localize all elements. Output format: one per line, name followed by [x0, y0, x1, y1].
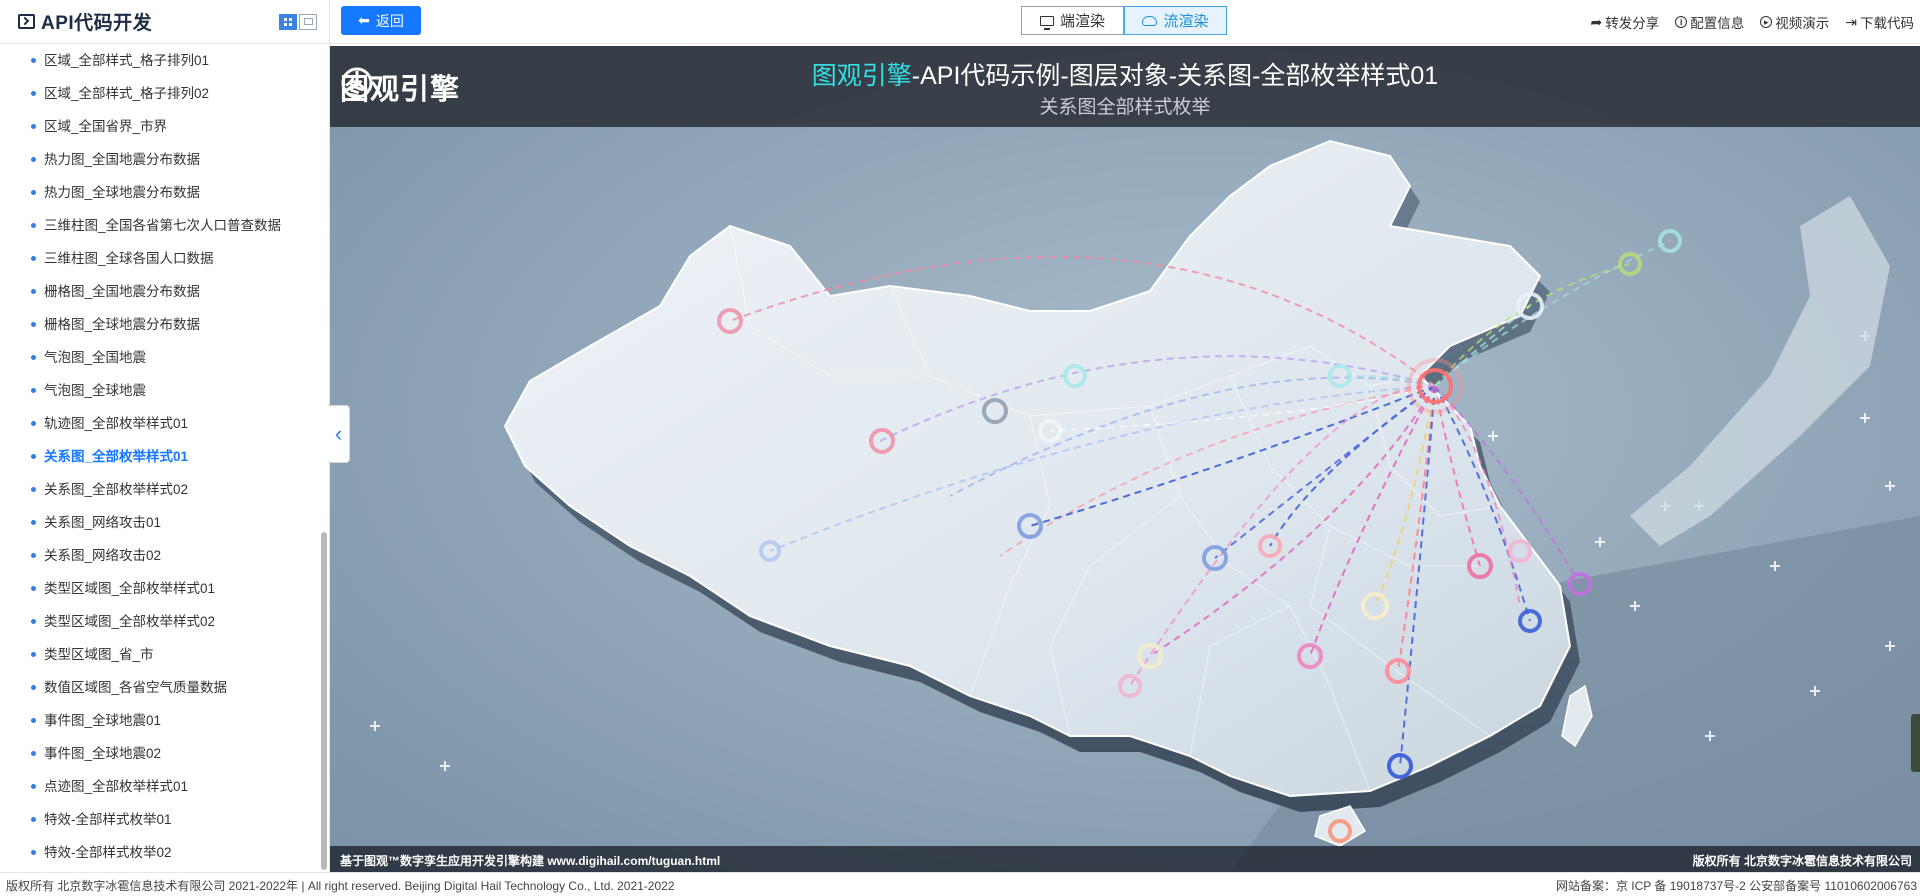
- scene-copyright: 版权所有 北京数字冰雹信息技术有限公司: [1692, 854, 1912, 868]
- view-toggle: [279, 13, 317, 30]
- grid-view-icon[interactable]: [279, 13, 297, 30]
- side-meter[interactable]: [1911, 714, 1920, 772]
- sidebar-item[interactable]: 热力图_全国地震分布数据: [0, 143, 329, 176]
- sidebar-item[interactable]: 关系图_全部枚举样式01: [0, 440, 329, 473]
- share-button[interactable]: ➦ 转发分享: [1591, 12, 1660, 32]
- scene-header: 图观引擎 图观引擎-API代码示例-图层对象-关系图-全部枚举样式01 关系图全…: [330, 46, 1920, 127]
- sidebar-item[interactable]: 三维柱图_全球各国人口数据: [0, 242, 329, 275]
- play-icon: ▸: [1760, 16, 1773, 28]
- video-label: 视频演示: [1775, 16, 1830, 31]
- sidebar-item[interactable]: 类型区域图_全部枚举样式02: [0, 605, 329, 638]
- share-icon: ➦: [1590, 13, 1603, 30]
- sidebar-item[interactable]: 事件图_全球地震02: [0, 737, 329, 770]
- sidebar-menu: 区域_全部样式_格子排列01 区域_全部样式_格子排列02 区域_全国省界_市界 热力…: [0, 44, 329, 869]
- title-highlight: 图观引擎: [811, 62, 912, 90]
- chevron-left-icon: ‹: [334, 421, 343, 446]
- app-title: API代码开发: [41, 13, 153, 34]
- terminal-icon: [18, 14, 35, 29]
- sidebar-item[interactable]: 区域_全部样式_格子排列01: [0, 44, 329, 77]
- sidebar-item[interactable]: 类型区域图_全部枚举样式01: [0, 572, 329, 605]
- sidebar-item[interactable]: 区域_全国省界_市界: [0, 110, 329, 143]
- sidebar-collapse-button[interactable]: ‹: [328, 405, 350, 463]
- sidebar-item[interactable]: 栅格图_全国地震分布数据: [0, 275, 329, 308]
- info-icon: i: [1675, 16, 1688, 28]
- list-view-icon[interactable]: [299, 13, 317, 30]
- download-label: 下载代码: [1860, 16, 1914, 31]
- page-title: 图观引擎-API代码示例-图层对象-关系图-全部枚举样式01: [330, 56, 1920, 92]
- back-arrow-icon: ⬅: [358, 12, 370, 28]
- sidebar-item[interactable]: 点迹图_全部枚举样式01: [0, 770, 329, 803]
- config-label: 配置信息: [1690, 16, 1745, 31]
- sidebar-item[interactable]: 栅格图_全球地震分布数据: [0, 308, 329, 341]
- back-button[interactable]: ⬅ 返回: [341, 6, 421, 35]
- sidebar-scrollbar[interactable]: [321, 532, 327, 870]
- sidebar-item[interactable]: 轨迹图_全部枚举样式01: [0, 407, 329, 440]
- render-mode-tabs: 端渲染 流渲染: [1021, 6, 1227, 35]
- video-demo-button[interactable]: ▸ 视频演示: [1760, 12, 1829, 32]
- sidebar-item[interactable]: 特效-全部样式枚举02: [0, 836, 329, 869]
- icp-record: 网站备案：京 ICP 备 19018737号-2 公安部备案号 11010602…: [1555, 879, 1917, 893]
- sidebar-item[interactable]: 热力图_全球地震分布数据: [0, 176, 329, 209]
- back-button-label: 返回: [375, 12, 404, 29]
- top-actions: ➦ 转发分享 i 配置信息 ▸ 视频演示 ⇥ 下载代码: [1591, 0, 1914, 44]
- map-scene[interactable]: 图观引擎 图观引擎-API代码示例-图层对象-关系图-全部枚举样式01 关系图全…: [330, 46, 1920, 872]
- sidebar-item[interactable]: 类型区域图_省_市: [0, 638, 329, 671]
- sidebar-item[interactable]: 三维柱图_全国各省第七次人口普查数据: [0, 209, 329, 242]
- page-subtitle: 关系图全部样式枚举: [1039, 97, 1211, 118]
- sidebar-item[interactable]: 关系图_全部枚举样式02: [0, 473, 329, 506]
- sidebar-item[interactable]: 特效-全部样式枚举01: [0, 803, 329, 836]
- tab-label: 端渲染: [1059, 13, 1105, 30]
- config-info-button[interactable]: i 配置信息: [1675, 12, 1744, 32]
- bottom-bar: 版权所有 北京数字冰雹信息技术有限公司 2021-2022年 | All rig…: [0, 872, 1920, 896]
- share-label: 转发分享: [1605, 16, 1660, 31]
- sidebar-header: API代码开发: [0, 0, 329, 44]
- download-icon: ⇥: [1845, 13, 1857, 30]
- sidebar-item[interactable]: 区域_全部样式_格子排列02: [0, 77, 329, 110]
- top-toolbar: ⬅ 返回 端渲染 流渲染 ➦ 转发分享 i 配置信息 ▸ 视频演示 ⇥ 下载代码: [330, 0, 1920, 44]
- cloud-icon: [1142, 15, 1158, 26]
- scene-footer: 基于图观™数字孪生应用开发引擎构建 www.digihail.com/tugua…: [330, 846, 1920, 872]
- sidebar-item[interactable]: 关系图_网络攻击02: [0, 539, 329, 572]
- relationship-map[interactable]: [330, 46, 1920, 872]
- tab-label: 流渲染: [1163, 13, 1209, 30]
- sidebar-item[interactable]: 气泡图_全球地震: [0, 374, 329, 407]
- sidebar-item[interactable]: 事件图_全球地震01: [0, 704, 329, 737]
- tab-stream-render[interactable]: 流渲染: [1124, 6, 1227, 35]
- title-rest: -API代码示例-图层对象-关系图-全部枚举样式01: [911, 62, 1439, 90]
- engine-credit: 基于图观™数字孪生应用开发引擎构建 www.digihail.com/tugua…: [340, 854, 721, 868]
- sidebar-item[interactable]: 数值区域图_各省空气质量数据: [0, 671, 329, 704]
- tab-client-render[interactable]: 端渲染: [1021, 6, 1124, 35]
- download-code-button[interactable]: ⇥ 下载代码: [1845, 12, 1914, 32]
- sidebar: API代码开发 区域_全部样式_格子排列01 区域_全部样式_格子排列02 区域_全…: [0, 0, 330, 872]
- sidebar-item[interactable]: 关系图_网络攻击01: [0, 506, 329, 539]
- monitor-icon: [1039, 15, 1054, 30]
- copyright-text: 版权所有 北京数字冰雹信息技术有限公司 2021-2022年 | All rig…: [6, 879, 675, 893]
- sidebar-item[interactable]: 气泡图_全国地震: [0, 341, 329, 374]
